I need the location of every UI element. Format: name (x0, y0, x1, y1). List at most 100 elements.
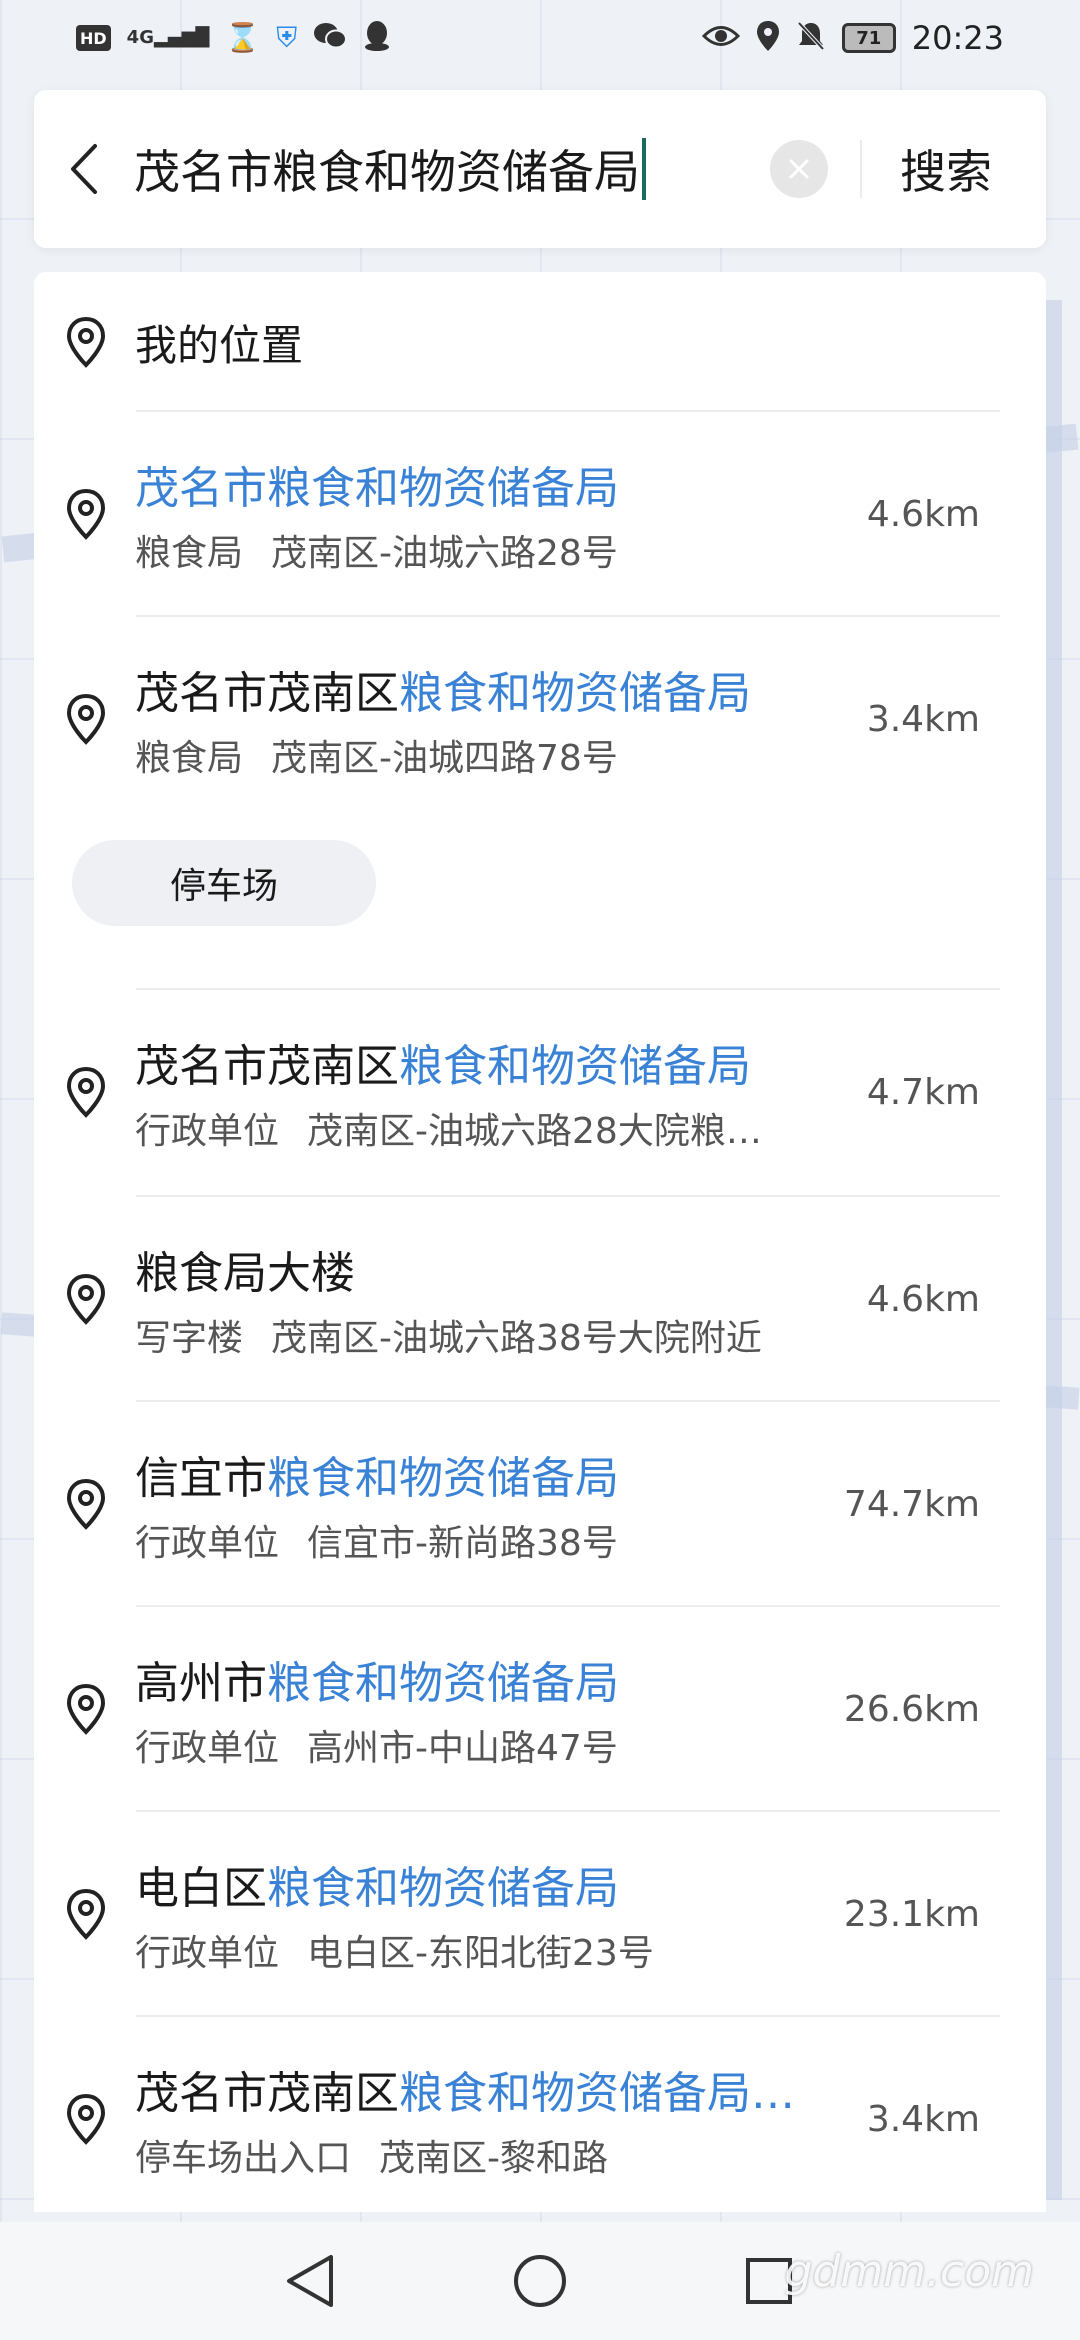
result-title-highlight: 粮食和物资储备局 (267, 1453, 619, 1504)
divider (860, 140, 862, 198)
result-category: 行政单位 (135, 1523, 280, 1564)
result-title-highlight: 粮食和物资储备局… (399, 2068, 795, 2119)
my-location-label: 我的位置 (135, 320, 304, 370)
result-item[interactable]: 茂名市茂南区粮食和物资储备局… 停车场出入口 茂南区-黎和路 3.4km (34, 2017, 1046, 2212)
clear-button[interactable] (770, 140, 828, 198)
eye-icon (701, 23, 740, 54)
qq-icon (363, 20, 391, 57)
result-item[interactable]: 粮食局大楼 写字楼 茂南区-油城六路38号大院附近 4.6km (34, 1197, 1046, 1402)
back-button[interactable] (34, 90, 134, 248)
result-title-plain: 茂名市茂南区 (135, 668, 399, 719)
result-title-highlight: 粮食和物资储备局 (267, 1658, 619, 1709)
result-title: 茂名市茂南区粮食和物资储备局 (135, 657, 751, 721)
chevron-left-icon (71, 144, 97, 194)
result-distance: 4.6km (866, 1279, 980, 1320)
result-category: 行政单位 (135, 1728, 280, 1769)
result-category: 停车场出入口 (135, 2138, 352, 2179)
result-address: 茂南区-油城六路38号大院附近 (271, 1318, 762, 1359)
result-category: 粮食局 (135, 738, 244, 779)
mute-icon (796, 20, 826, 57)
result-address: 茂南区-黎和路 (379, 2138, 609, 2179)
battery-icon: 71 (841, 23, 896, 53)
result-subtitle: 行政单位 茂南区-油城六路28大院粮… (135, 1102, 762, 1154)
location-pin-icon (66, 1683, 106, 1735)
wechat-icon (313, 21, 348, 56)
result-category: 粮食局 (135, 533, 244, 574)
my-location-item[interactable]: 我的位置 (34, 272, 1046, 412)
result-subtitle: 行政单位 电白区-东阳北街23号 (135, 1924, 654, 1976)
search-bar: 茂名市粮食和物资储备局 搜索 (34, 90, 1046, 248)
result-item[interactable]: 茂名市粮食和物资储备局 粮食局 茂南区-油城六路28号 4.6km (34, 412, 1046, 617)
clock: 20:23 (911, 19, 1004, 57)
result-title: 茂名市茂南区粮食和物资储备局… (135, 2057, 795, 2121)
location-pin-icon (66, 488, 106, 540)
location-pin-icon (66, 1478, 106, 1530)
result-title: 粮食局大楼 (135, 1237, 355, 1301)
search-query: 茂名市粮食和物资储备局 (134, 145, 640, 199)
text-caret (642, 138, 646, 200)
result-title: 高州市粮食和物资储备局 (135, 1647, 619, 1711)
location-icon (756, 20, 780, 57)
location-pin-icon (66, 693, 106, 745)
result-category: 写字楼 (135, 1318, 244, 1359)
result-title-highlight: 粮食和物资储备局 (399, 1041, 751, 1092)
result-address: 茂南区-油城四路78号 (271, 738, 618, 779)
result-subtitle: 行政单位 高州市-中山路47号 (135, 1719, 618, 1771)
result-distance: 74.7km (843, 1484, 980, 1525)
result-subtitle: 粮食局 茂南区-油城四路78号 (135, 729, 618, 781)
search-button[interactable]: 搜索 (900, 90, 992, 248)
result-title-plain: 茂名市茂南区 (135, 1041, 399, 1092)
watermark: gdmm.com (784, 2246, 1034, 2297)
result-title-plain: 粮食局大楼 (135, 1248, 355, 1299)
result-subtitle: 停车场出入口 茂南区-黎和路 (135, 2129, 608, 2181)
result-distance: 4.6km (866, 494, 980, 535)
hourglass-icon: ⌛ (225, 21, 261, 54)
result-title: 电白区粮食和物资储备局 (135, 1852, 619, 1916)
result-item[interactable]: 电白区粮食和物资储备局 行政单位 电白区-东阳北街23号 23.1km (34, 1812, 1046, 2017)
shield-icon: ⛨ (276, 21, 298, 54)
result-title-highlight: 茂名市粮食和物资储备局 (135, 463, 619, 514)
result-distance: 26.6km (843, 1689, 980, 1730)
result-item[interactable]: 高州市粮食和物资储备局 行政单位 高州市-中山路47号 26.6km (34, 1607, 1046, 1812)
location-pin-icon (66, 1066, 106, 1118)
search-input[interactable]: 茂名市粮食和物资储备局 (134, 136, 646, 202)
location-pin-icon (66, 2093, 106, 2145)
signal-icon: 4G▂▄▆█ (126, 27, 210, 48)
result-address: 信宜市-新尚路38号 (307, 1523, 618, 1564)
result-distance: 3.4km (866, 2099, 980, 2140)
triangle-back-icon (287, 2255, 333, 2307)
result-category: 行政单位 (135, 1933, 280, 1974)
result-title-plain: 茂名市茂南区 (135, 2068, 399, 2119)
result-item[interactable]: 茂名市茂南区粮食和物资储备局 行政单位 茂南区-油城六路28大院粮… 4.7km (34, 990, 1046, 1195)
result-title-highlight: 粮食和物资储备局 (267, 1863, 619, 1914)
result-subtitle: 行政单位 信宜市-新尚路38号 (135, 1514, 618, 1566)
result-subtitle: 写字楼 茂南区-油城六路38号大院附近 (135, 1309, 762, 1361)
result-subtitle: 粮食局 茂南区-油城六路28号 (135, 524, 618, 576)
close-icon (789, 159, 809, 179)
result-category: 行政单位 (135, 1111, 280, 1152)
result-distance: 23.1km (843, 1894, 980, 1935)
nav-back-button[interactable] (276, 2248, 342, 2314)
location-pin-icon (66, 1273, 106, 1325)
nav-home-button[interactable] (507, 2248, 573, 2314)
circle-home-icon (514, 2255, 566, 2307)
result-address: 茂南区-油城六路28大院粮… (307, 1111, 762, 1152)
result-address: 电白区-东阳北街23号 (307, 1933, 654, 1974)
result-title: 茂名市茂南区粮食和物资储备局 (135, 1030, 751, 1094)
hd-icon: HD (76, 25, 111, 51)
result-address: 茂南区-油城六路28号 (271, 533, 618, 574)
result-item[interactable]: 信宜市粮食和物资储备局 行政单位 信宜市-新尚路38号 74.7km (34, 1402, 1046, 1607)
result-title-highlight: 粮食和物资储备局 (399, 668, 751, 719)
result-title: 茂名市粮食和物资储备局 (135, 452, 619, 516)
result-title-plain: 信宜市 (135, 1453, 267, 1504)
results-list: 我的位置 茂名市粮食和物资储备局 粮食局 茂南区-油城六路28号 4.6km 茂名… (34, 272, 1046, 2212)
location-pin-icon (66, 316, 106, 368)
result-title-plain: 电白区 (135, 1863, 267, 1914)
result-distance: 3.4km (866, 699, 980, 740)
result-title-plain: 高州市 (135, 1658, 267, 1709)
location-pin-icon (66, 1888, 106, 1940)
result-distance: 4.7km (866, 1072, 980, 1113)
result-item[interactable]: 茂名市茂南区粮食和物资储备局 粮食局 茂南区-油城四路78号 3.4km (34, 617, 1046, 822)
sub-poi-chip-parking[interactable]: 停车场 (72, 840, 376, 926)
result-address: 高州市-中山路47号 (307, 1728, 618, 1769)
